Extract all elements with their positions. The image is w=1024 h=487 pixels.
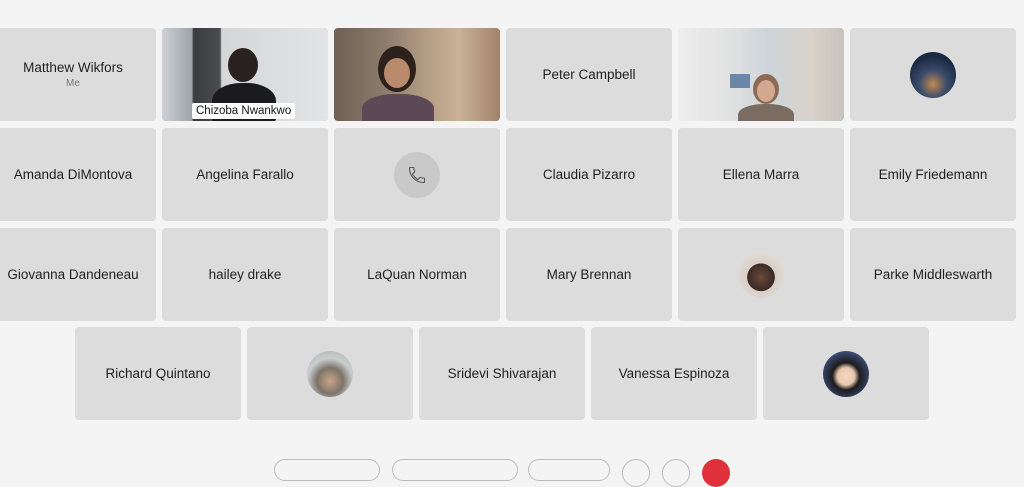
participant-name: Emily Friedemann [878,167,988,182]
participant-video [334,28,500,121]
participant-tile-video-4[interactable] [678,28,844,121]
control-circle-button-1[interactable] [622,459,650,487]
participant-tile-parke[interactable]: Parke Middleswarth [850,228,1016,321]
participant-name: Amanda DiMontova [13,167,133,182]
participant-name: Matthew Wikfors [23,60,123,75]
participant-tile-sridevi[interactable]: Sridevi Shivarajan [419,327,585,420]
participant-avatar [307,350,353,397]
participant-self-label: Me [66,78,80,89]
participant-name: hailey drake [208,267,282,282]
control-circle-button-2[interactable] [662,459,690,487]
participant-tile-amanda[interactable]: Amanda DiMontova [0,128,156,221]
participant-name: Angelina Farallo [196,167,294,182]
participant-name: Claudia Pizarro [542,167,636,182]
participant-tile-phone[interactable] [334,128,500,221]
participant-tile-emily[interactable]: Emily Friedemann [850,128,1016,221]
participant-name: Peter Campbell [542,67,636,82]
participant-tile-video-2[interactable] [334,28,500,121]
participant-name: Ellena Marra [722,167,800,182]
participant-tile-laquan[interactable]: LaQuan Norman [334,228,500,321]
participant-video [678,28,844,121]
participant-tile-avatar-3[interactable] [247,327,413,420]
participant-tile-claudia[interactable]: Claudia Pizarro [506,128,672,221]
control-button-2[interactable] [392,459,518,481]
participant-tile-hailey[interactable]: hailey drake [162,228,328,321]
control-button-1[interactable] [274,459,380,481]
participant-name-label: Chizoba Nwankwo [192,103,296,119]
phone-icon [394,151,440,198]
participant-tile-mary[interactable]: Mary Brennan [506,228,672,321]
participant-tile-avatar-4[interactable] [763,327,929,420]
participant-tile-peter[interactable]: Peter Campbell [506,28,672,121]
participant-tile-chizoba[interactable]: Chizoba Nwankwo [162,28,328,121]
participant-avatar [823,350,869,397]
participant-name: Parke Middleswarth [873,267,993,282]
participant-tile-avatar-1[interactable] [850,28,1016,121]
end-call-button[interactable] [702,459,730,487]
participant-name: Mary Brennan [546,267,632,282]
participant-avatar [910,51,956,98]
participant-tile-angelina[interactable]: Angelina Farallo [162,128,328,221]
participant-name: LaQuan Norman [367,267,467,282]
participant-tile-richard[interactable]: Richard Quintano [75,327,241,420]
participant-name: Vanessa Espinoza [618,366,730,381]
participant-tile-vanessa[interactable]: Vanessa Espinoza [591,327,757,420]
participant-name: Richard Quintano [105,366,211,381]
participant-tile-avatar-2[interactable] [678,228,844,321]
participant-avatar [738,251,784,298]
participant-tile-giovanna[interactable]: Giovanna Dandeneau [0,228,156,321]
participant-tile-matthew[interactable]: Matthew Wikfors Me [0,28,156,121]
participant-name: Giovanna Dandeneau [7,267,139,282]
participant-tile-ellena[interactable]: Ellena Marra [678,128,844,221]
control-button-3[interactable] [528,459,610,481]
participant-name: Sridevi Shivarajan [447,366,557,381]
